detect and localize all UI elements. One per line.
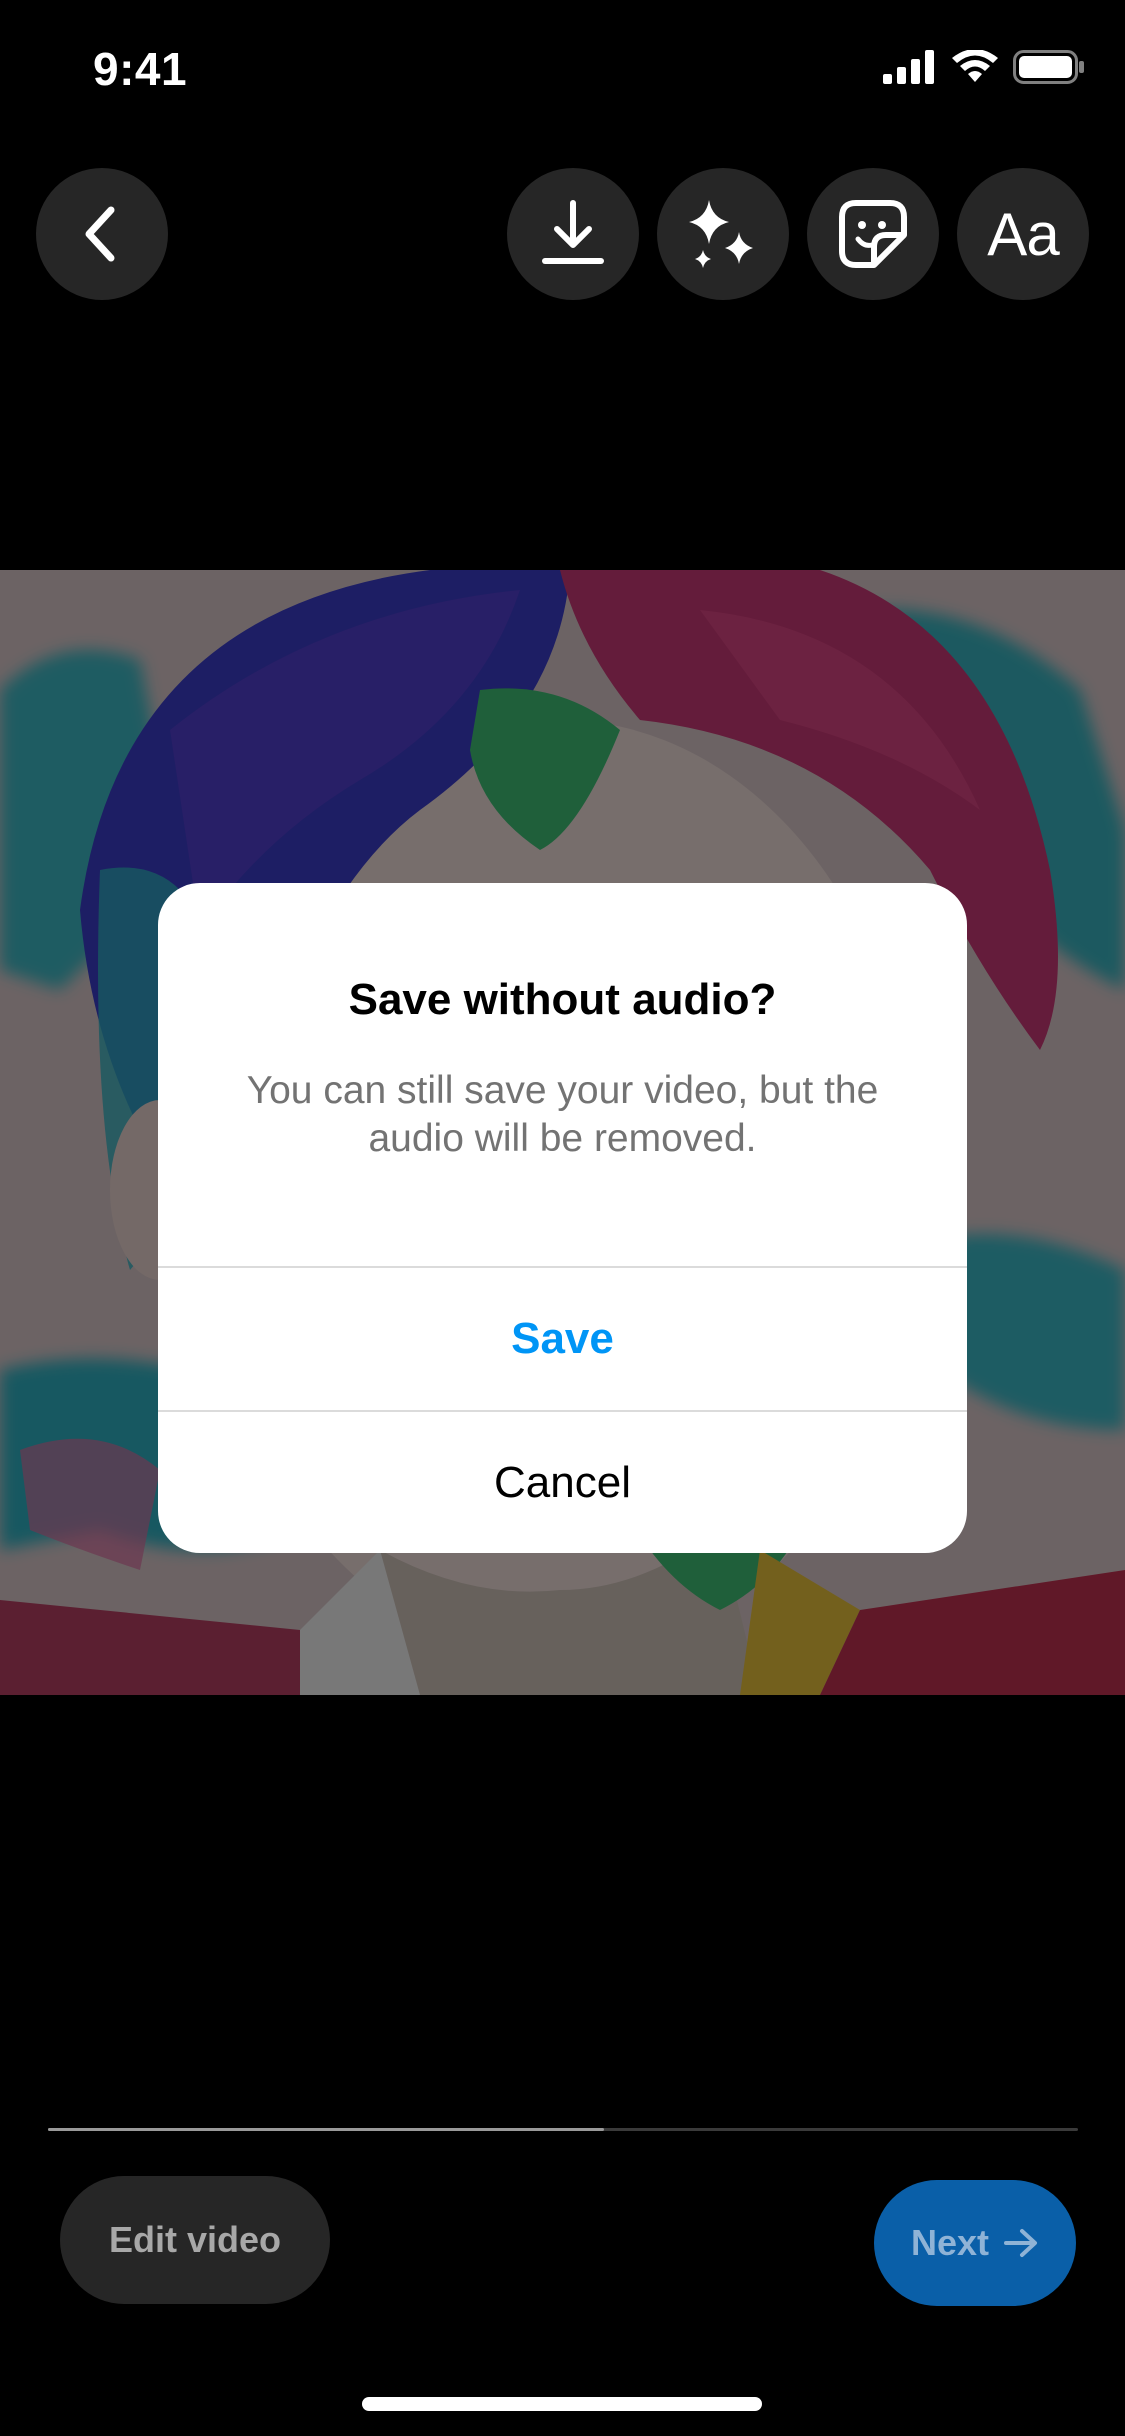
dialog-title: Save without audio?: [348, 975, 777, 1024]
save-without-audio-dialog: Save without audio? You can still save y…: [158, 883, 967, 1553]
save-button[interactable]: Save: [158, 1268, 967, 1410]
cancel-button[interactable]: Cancel: [158, 1412, 967, 1553]
dialog-message: You can still save your video, but the a…: [246, 1069, 879, 1160]
